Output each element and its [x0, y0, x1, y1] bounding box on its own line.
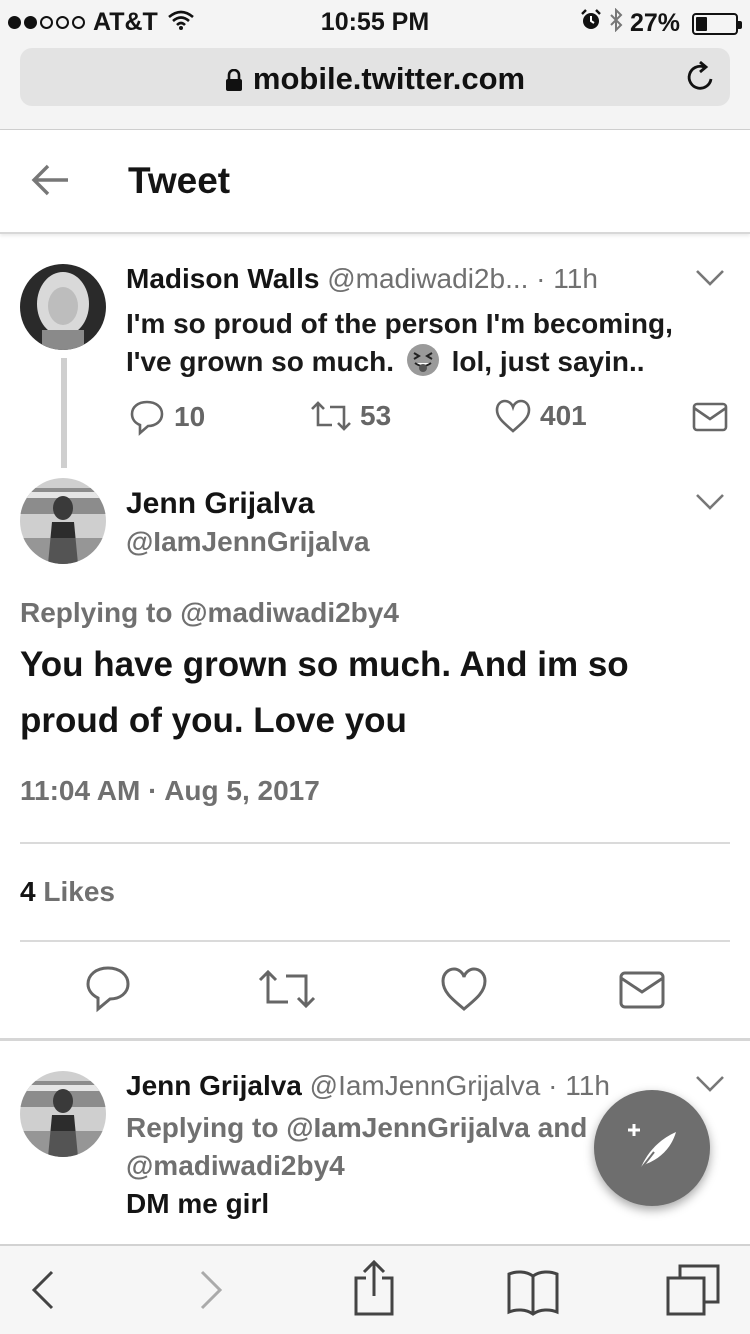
tweet-text-part: lol, just sayin..	[451, 346, 645, 377]
direct-message-button[interactable]	[692, 400, 728, 434]
browser-address-area: mobile.twitter.com	[0, 40, 750, 130]
squinting-tongue-emoji-icon	[406, 343, 440, 387]
battery-fill	[696, 16, 707, 31]
browser-toolbar	[0, 1244, 750, 1334]
back-arrow-icon[interactable]	[30, 162, 70, 203]
separator: ·	[540, 1070, 566, 1101]
battery-icon	[692, 12, 742, 35]
replying-to-handle[interactable]: @madiwadi2by4	[126, 1150, 345, 1182]
avatar[interactable]	[20, 264, 106, 350]
like-button[interactable]	[440, 966, 488, 1012]
battery-percent: 27%	[629, 9, 680, 37]
tabs-icon[interactable]	[666, 1264, 720, 1321]
reply-button[interactable]: 10	[128, 398, 205, 436]
direct-message-icon	[619, 971, 665, 1009]
reply-button[interactable]	[84, 964, 132, 1014]
tweet-author-line[interactable]: Jenn Grijalva @IamJennGrijalva · 11h	[126, 1070, 610, 1102]
tweet-timestamp: 11:04 AM · Aug 5, 2017	[20, 775, 320, 806]
share-icon[interactable]	[352, 1259, 396, 1321]
separator: ·	[528, 263, 554, 294]
author-handle[interactable]: @IamJennGrijalva	[126, 526, 370, 558]
url-text: mobile.twitter.com	[252, 61, 526, 96]
reply-icon	[130, 400, 164, 436]
likes-label: Likes	[43, 876, 115, 907]
compose-tweet-icon	[628, 1124, 676, 1171]
divider	[20, 940, 730, 942]
retweet-button[interactable]: 53	[310, 398, 391, 434]
chevron-down-icon[interactable]	[695, 1074, 725, 1099]
likes-count: 4	[20, 876, 36, 907]
tweet-author-line[interactable]: Madison Walls @madiwadi2b... · 11h	[126, 263, 598, 295]
tweet-text: I'm so proud of the person I'm becoming,…	[126, 305, 726, 387]
author-handle[interactable]: @madiwadi2b...	[327, 263, 528, 294]
chevron-down-icon[interactable]	[695, 268, 725, 293]
address-bar[interactable]: mobile.twitter.com	[20, 48, 730, 106]
likes-summary[interactable]: 4 Likes	[20, 876, 115, 908]
like-button[interactable]: 401	[494, 398, 587, 434]
reply-icon	[86, 966, 130, 1013]
retweet-icon	[258, 969, 316, 1009]
chevron-down-icon[interactable]	[695, 492, 725, 517]
like-icon	[441, 967, 487, 1011]
author-handle[interactable]: @IamJennGrijalva	[310, 1070, 541, 1101]
tweet-age: 11h	[553, 263, 598, 294]
replying-to[interactable]: Replying to @madiwadi2by4	[20, 597, 399, 629]
author-name[interactable]: Jenn Grijalva	[126, 487, 314, 521]
author-name[interactable]: Jenn Grijalva	[126, 1070, 302, 1101]
section-separator	[0, 1038, 750, 1041]
reload-icon[interactable]	[686, 60, 716, 98]
avatar[interactable]	[20, 1071, 106, 1157]
retweet-button[interactable]	[258, 966, 316, 1012]
author-name[interactable]: Madison Walls	[126, 263, 319, 294]
reply-count: 10	[174, 401, 206, 432]
retweet-icon	[311, 401, 351, 431]
tweet-text: You have grown so much. And im so proud …	[20, 645, 629, 740]
tweet-age: 11h	[565, 1070, 610, 1101]
alarm-icon	[580, 9, 602, 38]
divider	[20, 842, 730, 844]
page-header: Tweet	[0, 130, 750, 234]
battery-nub	[738, 20, 742, 29]
forward-icon[interactable]	[196, 1268, 226, 1317]
tweet-actions: 10 53 401	[0, 398, 750, 442]
direct-message-button[interactable]	[618, 968, 666, 1012]
avatar[interactable]	[20, 478, 106, 564]
tweet-text: DM me girl	[126, 1188, 270, 1219]
like-icon	[495, 399, 531, 433]
bluetooth-icon	[608, 7, 624, 39]
like-count: 401	[540, 400, 587, 431]
main-tweet-actions	[0, 962, 750, 1018]
compose-tweet-button[interactable]	[594, 1090, 710, 1206]
status-right: 27%	[580, 7, 742, 39]
status-bar: AT&T 10:55 PM 27%	[0, 0, 750, 40]
lock-icon	[225, 63, 243, 99]
page-title: Tweet	[128, 160, 231, 201]
bookmarks-icon[interactable]	[506, 1268, 560, 1321]
retweet-count: 53	[360, 400, 392, 431]
address-display[interactable]: mobile.twitter.com	[20, 61, 730, 99]
direct-message-icon	[692, 402, 728, 432]
replying-to[interactable]: Replying to @IamJennGrijalva and	[126, 1112, 587, 1144]
back-icon[interactable]	[28, 1268, 58, 1317]
